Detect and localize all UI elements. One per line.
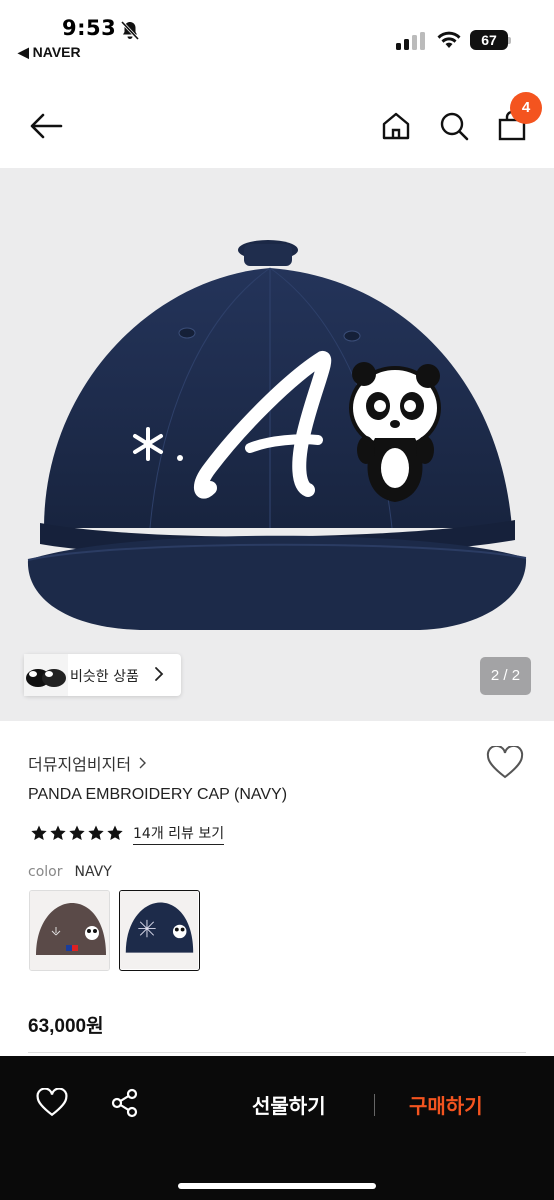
home-indicator[interactable]	[178, 1183, 376, 1189]
button-divider	[374, 1094, 375, 1116]
color-row: color NAVY	[28, 864, 112, 880]
color-value: NAVY	[74, 864, 112, 880]
bell-muted-icon	[120, 20, 140, 41]
battery-indicator: 67	[470, 30, 508, 50]
bottom-wishlist-button[interactable]	[36, 1087, 68, 1122]
home-button[interactable]	[374, 104, 418, 148]
similar-products-thumbnail	[24, 654, 68, 696]
share-icon	[111, 1088, 138, 1118]
heart-icon	[486, 744, 524, 779]
back-to-app-link[interactable]: ◀ NAVER	[18, 44, 81, 61]
bottom-action-bar: 선물하기 구매하기	[0, 1056, 554, 1200]
star-icon	[50, 825, 66, 841]
product-price: 63,000원	[28, 1016, 104, 1037]
chevron-right-icon	[155, 667, 164, 681]
battery-nub	[508, 37, 511, 44]
star-icon	[107, 825, 123, 841]
divider	[28, 1052, 526, 1053]
color-label: color	[28, 864, 63, 880]
wishlist-button[interactable]	[486, 744, 524, 784]
review-link[interactable]: 14개 리뷰 보기	[133, 823, 225, 845]
similar-products-button[interactable]: 비슷한 상품	[24, 654, 181, 696]
chevron-right-icon	[139, 757, 147, 769]
cart-count-badge: 4	[510, 92, 542, 124]
share-button[interactable]	[110, 1088, 140, 1122]
navy-cap-thumbnail	[120, 891, 198, 969]
buy-button[interactable]: 구매하기	[409, 1090, 483, 1119]
color-option-brown[interactable]	[29, 890, 110, 971]
color-option-navy[interactable]	[119, 890, 200, 971]
wifi-icon	[437, 31, 461, 48]
star-icon	[69, 825, 85, 841]
status-time: 9:53	[62, 16, 117, 40]
similar-products-label: 비슷한 상품	[70, 669, 139, 685]
product-title: PANDA EMBROIDERY CAP (NAVY)	[28, 786, 288, 803]
star-icon	[31, 825, 47, 841]
star-rating	[30, 824, 124, 842]
search-icon	[440, 112, 469, 141]
home-icon	[382, 112, 410, 140]
brand-name: 더뮤지엄비지터	[28, 755, 132, 774]
brand-link[interactable]: 더뮤지엄비지터	[28, 751, 147, 775]
product-image	[27, 240, 527, 630]
gift-button[interactable]: 선물하기	[252, 1090, 326, 1119]
heart-icon	[36, 1087, 68, 1117]
search-button[interactable]	[432, 104, 476, 148]
cellular-signal-icon	[396, 32, 425, 50]
back-arrow-icon	[30, 113, 63, 139]
brown-cap-thumbnail	[30, 891, 109, 970]
status-bar: 9:53 ◀ NAVER 67	[0, 0, 554, 70]
product-image-carousel[interactable]: 비슷한 상품 2 / 2	[0, 168, 554, 721]
back-button[interactable]	[24, 104, 68, 148]
top-navigation	[0, 90, 554, 160]
image-page-indicator: 2 / 2	[480, 657, 531, 695]
star-icon	[88, 825, 104, 841]
